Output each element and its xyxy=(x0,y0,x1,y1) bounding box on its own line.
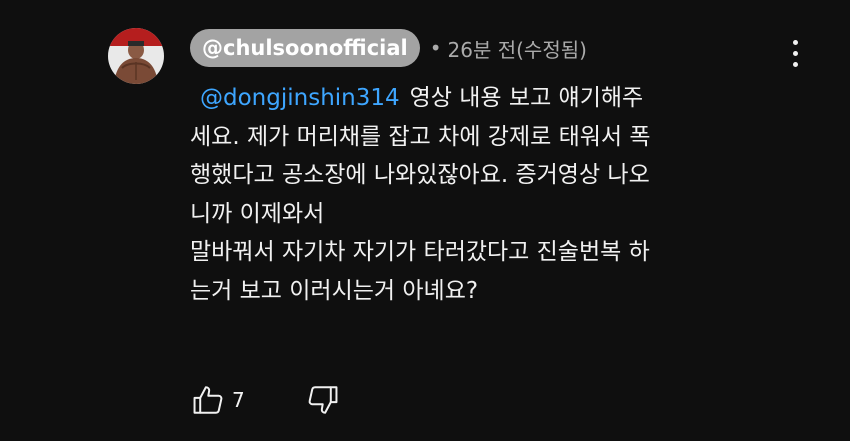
comment-line: @dongjinshin314 영상 내용 보고 얘기해주 xyxy=(190,79,790,118)
author-name[interactable]: @chulsoonofficial xyxy=(190,29,420,67)
dislike-button[interactable] xyxy=(305,382,341,418)
mention-link[interactable]: @dongjinshin314 xyxy=(200,85,400,111)
comment-thread: @chulsoonofficial • 26분 전(수정됨) @dongjins… xyxy=(0,0,850,441)
comment-line: 세요. 제가 머리채를 잡고 차에 강제로 태워서 폭 xyxy=(190,123,651,150)
avatar[interactable] xyxy=(108,28,164,84)
like-count: 7 xyxy=(232,388,245,412)
comment-header: @chulsoonofficial • 26분 전(수정됨) xyxy=(190,28,587,68)
comment-line: 는거 보고 이러시는거 아녜요? xyxy=(190,277,479,304)
comment-actions: 7 xyxy=(190,380,341,420)
more-vert-icon[interactable] xyxy=(788,40,802,74)
comment-line-text: 영상 내용 보고 얘기해주 xyxy=(409,85,644,111)
like-button[interactable] xyxy=(190,382,226,418)
avatar-image xyxy=(108,28,164,84)
comment-line: 말바꿔서 자기차 자기가 타러갔다고 진술번복 하 xyxy=(190,239,650,265)
thumb-down-icon xyxy=(308,386,338,414)
comment-timestamp[interactable]: 26분 전(수정됨) xyxy=(448,34,587,63)
comment-line: 니까 이제와서 xyxy=(190,200,325,227)
thumb-up-icon xyxy=(193,386,223,414)
comment-text: @dongjinshin314 영상 내용 보고 얘기해주 세요. 제가 머리채를… xyxy=(190,79,790,310)
comment-line: 행했다고 공소장에 나와있잖아요. 증거영상 나오 xyxy=(190,162,650,188)
separator-dot: • xyxy=(429,36,442,60)
